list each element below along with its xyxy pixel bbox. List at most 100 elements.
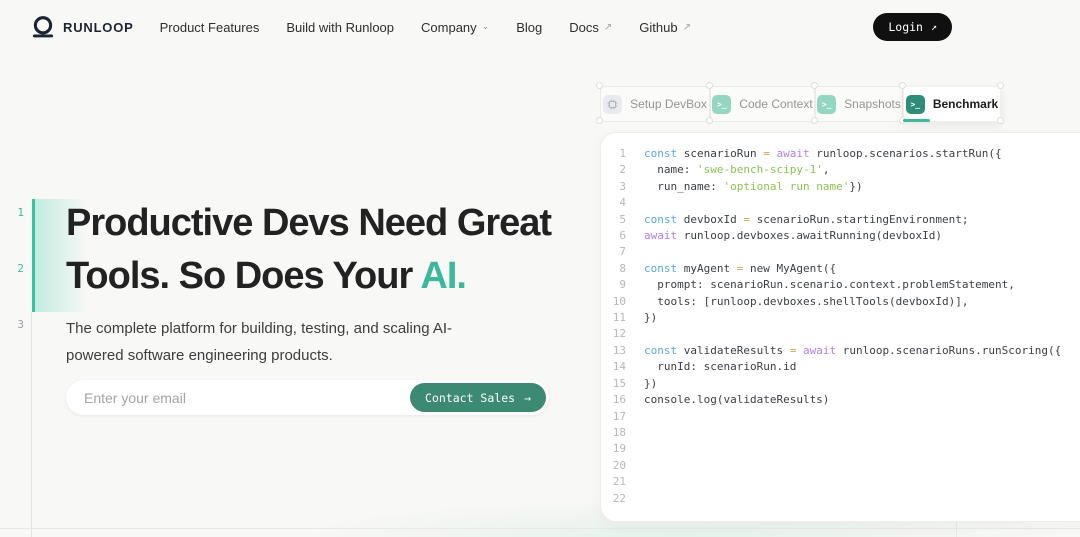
corner-dot <box>811 117 818 124</box>
code-line: 3 run_name: 'optional run name'}) <box>601 179 1080 195</box>
nav-item-github[interactable]: Github ↗ <box>639 20 691 35</box>
code-line: 4 <box>601 195 1080 211</box>
code-line-source: name: 'swe-bench-scipy-1', <box>644 163 830 177</box>
code-line-number: 4 <box>619 196 626 210</box>
editor-gutter-line <box>31 312 32 537</box>
email-capture-form: Contact Sales → <box>66 380 549 415</box>
code-line: 13 const validateResults = await runloop.… <box>601 343 1080 359</box>
corner-dot <box>596 82 603 89</box>
corner-dot <box>899 82 906 89</box>
hero-heading-accent: AI. <box>420 255 467 297</box>
external-link-icon: ↗ <box>682 21 691 33</box>
terminal-icon: >_ <box>712 94 732 114</box>
code-line-number: 11 <box>612 311 626 325</box>
code-line: 5 const devboxId = scenarioRun.startingEn… <box>601 212 1080 228</box>
corner-dot <box>997 117 1004 124</box>
nav-item-label: Company <box>421 19 477 35</box>
code-line-number: 8 <box>619 261 626 275</box>
code-line-number: 10 <box>612 294 626 308</box>
login-button[interactable]: Login ↗ <box>873 13 952 41</box>
code-line: 15}) <box>601 376 1080 392</box>
code-demo-tabs: Setup DevBox >_ Code Context >_ Snapshots >_ B… <box>600 86 1001 122</box>
corner-dot <box>997 82 1004 89</box>
runloop-landing-page: RUNLOOP Product Features Build with Runlo… <box>0 0 1080 537</box>
nav-item-label: Build with Runloop <box>286 19 395 35</box>
hero-subtext: The complete platform for building, test… <box>66 320 453 364</box>
tab-label: Snapshots <box>844 97 901 111</box>
code-line-source: runId: scenarioRun.id <box>644 360 797 374</box>
code-line: 12 <box>601 326 1080 342</box>
nav-item-docs[interactable]: Docs ↗ <box>569 20 612 35</box>
code-line-number: 3 <box>619 179 626 193</box>
code-line-source: }) <box>644 376 658 390</box>
code-line-number: 22 <box>612 491 626 505</box>
tab-snapshots[interactable]: >_ Snapshots <box>815 86 903 122</box>
nav-item-product-features[interactable]: Product Features <box>160 20 260 35</box>
code-line-source: prompt: scenarioRun.scenario.context.pro… <box>644 278 1015 292</box>
code-line: 6 await runloop.devboxes.awaitRunning(dev… <box>601 228 1080 244</box>
contact-sales-label: Contact Sales <box>425 390 516 405</box>
code-line: 1 const scenarioRun = await runloop.scena… <box>601 146 1080 162</box>
code-line: 21 <box>601 474 1080 490</box>
login-label: Login <box>888 20 923 34</box>
tab-label: Benchmark <box>932 97 999 111</box>
nav-item-label: Blog <box>516 19 543 35</box>
runloop-logo[interactable]: RUNLOOP <box>30 14 134 40</box>
code-line: 19 <box>601 441 1080 457</box>
nav-item-label: Docs <box>569 19 599 35</box>
tab-setup-devbox[interactable]: Setup DevBox <box>600 86 710 122</box>
active-tab-indicator <box>903 119 930 122</box>
contact-sales-button[interactable]: Contact Sales → <box>410 383 546 412</box>
corner-dot <box>706 82 713 89</box>
code-line: 14 runId: scenarioRun.id <box>601 359 1080 375</box>
code-line: 2 name: 'swe-bench-scipy-1', <box>601 162 1080 178</box>
external-link-icon: ↗ <box>930 21 937 33</box>
code-line-number: 20 <box>612 458 626 472</box>
tab-label: Code Context <box>739 97 813 111</box>
code-line: 8 const myAgent = new MyAgent({ <box>601 261 1080 277</box>
footer-grid-line <box>956 522 957 537</box>
code-line-number: 2 <box>619 163 626 177</box>
nav-item-company[interactable]: Company ⌄ <box>421 20 489 35</box>
tab-code-context[interactable]: >_ Code Context <box>710 86 815 122</box>
code-editor-panel: 1 const scenarioRun = await runloop.scena… <box>600 132 1080 522</box>
hero-line-number: 2 <box>17 262 24 275</box>
code-line-number: 6 <box>619 229 626 243</box>
code-line-source: run_name: 'optional run name'}) <box>644 179 863 193</box>
hero-heading-line1: Productive Devs Need Great <box>66 202 552 244</box>
arrow-right-icon: → <box>524 390 531 405</box>
corner-dot <box>596 117 603 124</box>
corner-dot <box>811 82 818 89</box>
code-line-number: 14 <box>612 360 626 374</box>
hero-heading-line2: Tools. So Does Your <box>66 255 421 297</box>
code-line-source: }) <box>644 311 658 325</box>
brand-name: RUNLOOP <box>63 19 134 35</box>
code-line-source: await runloop.devboxes.awaitRunning(devb… <box>644 229 943 243</box>
cpu-icon <box>603 94 623 114</box>
code-line: 17 <box>601 409 1080 425</box>
code-line-source: const devboxId = scenarioRun.startingEnv… <box>644 212 969 226</box>
code-line-source: console.log(validateResults) <box>644 393 830 407</box>
nav-item-blog[interactable]: Blog <box>516 20 542 35</box>
code-line-number: 9 <box>619 278 626 292</box>
code-line-number: 16 <box>612 393 626 407</box>
code-line-source: const myAgent = new MyAgent({ <box>644 261 837 275</box>
hero-line-number: 1 <box>17 206 24 219</box>
top-navigation: RUNLOOP Product Features Build with Runlo… <box>0 0 1080 54</box>
code-line-source: const validateResults = await runloop.sc… <box>644 343 1062 357</box>
code-line: 22 <box>601 491 1080 507</box>
tab-label: Setup DevBox <box>630 97 707 111</box>
tab-benchmark[interactable]: >_ Benchmark <box>903 86 1001 122</box>
code-line: 18 <box>601 425 1080 441</box>
code-line-number: 5 <box>619 212 626 226</box>
code-line: 10 tools: [runloop.devboxes.shellTools(d… <box>601 294 1080 310</box>
external-link-icon: ↗ <box>603 21 613 33</box>
code-line-number: 18 <box>612 425 626 439</box>
nav-item-label: Github <box>639 19 678 35</box>
code-line: 7 <box>601 244 1080 260</box>
nav-item-build-with-runloop[interactable]: Build with Runloop <box>286 20 394 35</box>
footer-divider <box>0 528 1080 529</box>
terminal-icon: >_ <box>817 94 837 114</box>
email-input[interactable] <box>66 380 411 415</box>
terminal-icon: >_ <box>905 94 925 114</box>
